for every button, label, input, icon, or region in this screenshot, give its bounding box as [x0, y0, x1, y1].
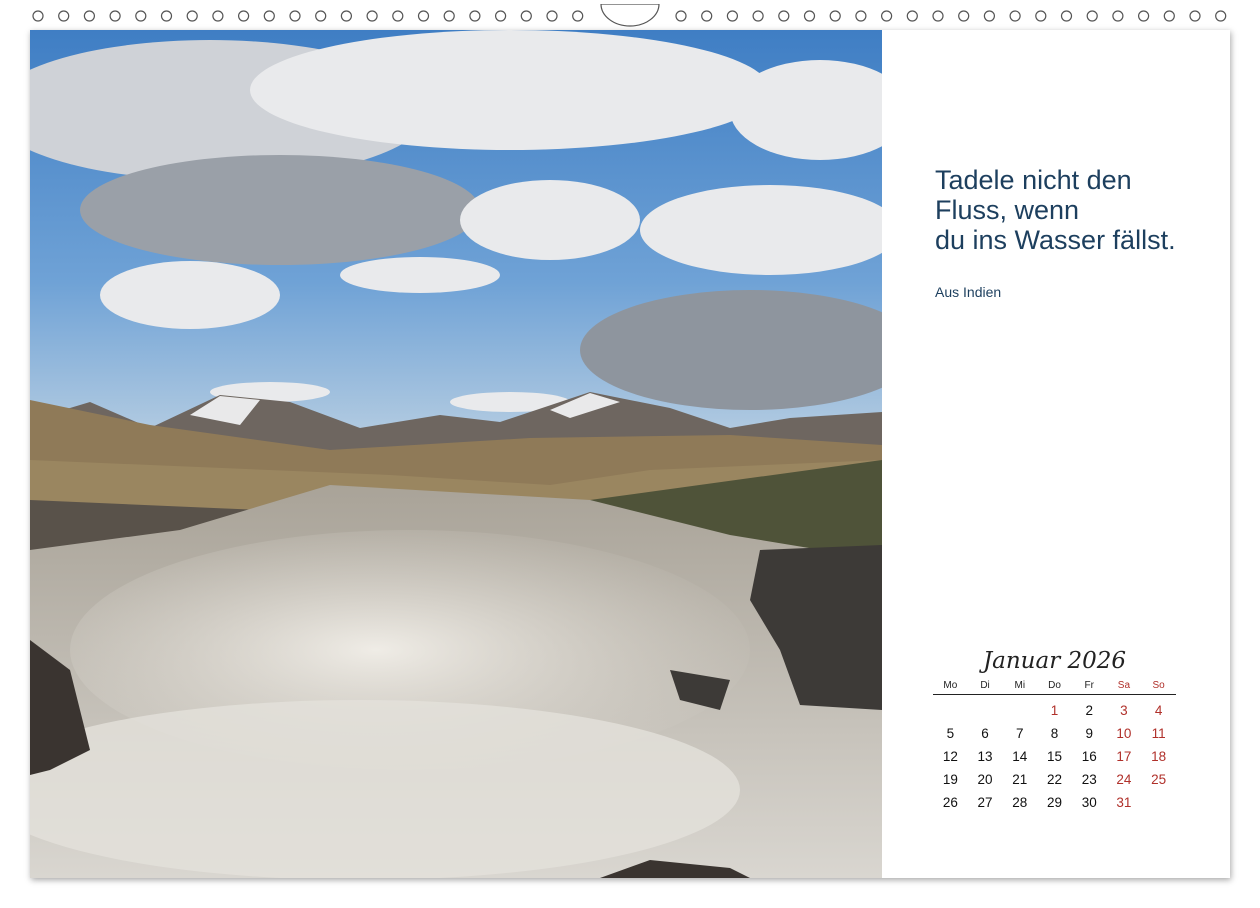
binding-hole: [855, 10, 867, 22]
day-cell: 9: [1085, 726, 1093, 741]
binding-hole: [803, 10, 816, 22]
day-cell: 24: [1116, 772, 1132, 787]
day-cell: 1: [1050, 703, 1059, 718]
day-cell: 18: [1151, 749, 1167, 764]
binding-hole: [880, 10, 893, 22]
binding-hole: [932, 10, 944, 22]
weekday-label: Mo: [943, 680, 958, 691]
day-cell: 13: [977, 749, 993, 764]
binding-hole: [186, 10, 198, 22]
weekday-label: Do: [1048, 680, 1061, 691]
day-cell: 5: [946, 726, 955, 741]
binding-hole: [1137, 10, 1150, 22]
binding-hole: [701, 10, 713, 22]
binding-hole: [238, 10, 250, 22]
day-cell: 30: [1081, 795, 1097, 810]
day-cell: 26: [942, 795, 958, 810]
binding-hole: [778, 10, 790, 22]
day-cell: 19: [942, 772, 958, 787]
weekday-label: Fr: [1084, 680, 1094, 691]
binding-hole: [109, 10, 121, 22]
binding-hole: [135, 10, 147, 22]
calendar-title: Januar 2026: [982, 648, 1127, 674]
day-grid: 1 2 3 4 5 6 7 8 9 10 11 12 13 14 15 16 17 18 19 20 21 22 23 24 2…: [933, 699, 1176, 814]
day-cell: 16: [1081, 749, 1097, 764]
day-cell: 3: [1120, 703, 1128, 718]
quote-line-1: Tadele nicht den: [935, 165, 1132, 195]
binding-hole: [906, 10, 918, 22]
binding-hole: [160, 10, 173, 22]
binding-hole: [1086, 10, 1098, 22]
quote-line-3: du ins Wasser fällst.: [935, 225, 1176, 255]
binding-hole: [829, 10, 841, 22]
binding-hole: [469, 10, 481, 22]
calendar-page: Tadele nicht den Fluss, wenn du ins Wass…: [30, 30, 1230, 878]
binding-hole: [1189, 10, 1201, 22]
binding-hole: [289, 10, 301, 22]
quote-source: Aus Indien: [935, 284, 1002, 300]
day-cell: 31: [1116, 795, 1132, 810]
binding-hole: [1215, 10, 1227, 22]
day-cell: 4: [1154, 703, 1163, 718]
day-cell: 12: [942, 749, 958, 764]
empty-cell: [933, 699, 968, 722]
quote-line-2: Fluss, wenn: [935, 195, 1080, 225]
binding-hole: [32, 10, 44, 22]
binding-hole: [366, 10, 378, 22]
binding-hole: [417, 10, 430, 22]
binding-hole: [520, 10, 532, 22]
binding-hole: [495, 10, 507, 22]
binding-hole: [752, 10, 764, 22]
binding-hole: [572, 10, 584, 22]
binding-hole: [1163, 10, 1175, 22]
month-calendar: Januar 2026 Mo Di Mi Do Fr Sa So 1234567…: [933, 642, 1176, 814]
empty-cell: [1002, 699, 1037, 722]
binding-hole: [340, 10, 352, 22]
day-cell: 29: [1046, 795, 1062, 810]
day-cell: 23: [1081, 772, 1097, 787]
day-cell: 14: [1012, 749, 1028, 764]
empty-cell: [968, 699, 1003, 722]
binding-hole: [263, 10, 275, 22]
weekday-label: Di: [980, 680, 990, 691]
day-cell: 6: [981, 726, 989, 741]
day-cell: 2: [1085, 703, 1093, 718]
waterfall-photo: [30, 30, 882, 878]
weekday-label: So: [1152, 680, 1165, 691]
weekday-label: Sa: [1117, 680, 1131, 691]
binding-hole: [83, 10, 96, 22]
weekday-label: Mi: [1014, 680, 1026, 691]
weekday-header: Mo Di Mi Do Fr Sa So: [933, 680, 1176, 695]
binding-hole: [58, 10, 70, 22]
day-cell: 20: [977, 772, 993, 787]
binding-hole: [546, 10, 558, 22]
binding-hole: [726, 10, 739, 22]
binding-hole: [1035, 10, 1047, 22]
spiral-binding: [32, 4, 1227, 27]
binding-hole: [958, 10, 970, 22]
binding-hole: [315, 10, 327, 22]
day-cell: 25: [1151, 772, 1167, 787]
day-cell: 27: [977, 795, 993, 810]
hanger-notch: [600, 4, 660, 27]
quote-text: Tadele nicht den Fluss, wenn du ins Wass…: [935, 165, 1230, 255]
binding-hole: [983, 10, 996, 22]
binding-hole: [443, 10, 455, 22]
day-cell: 11: [1151, 726, 1166, 741]
binding-hole: [675, 10, 687, 22]
day-cell: 28: [1012, 795, 1028, 810]
day-cell: 8: [1050, 726, 1059, 741]
binding-hole: [1112, 10, 1124, 22]
day-cell: 17: [1116, 749, 1132, 764]
binding-hole: [392, 10, 404, 22]
day-cell: 7: [1016, 726, 1024, 741]
landscape-image: [30, 30, 882, 878]
day-cell: 21: [1012, 772, 1028, 787]
binding-hole: [212, 10, 224, 22]
day-cell: 10: [1116, 726, 1132, 741]
binding-hole: [1060, 10, 1073, 22]
day-cell: 15: [1046, 749, 1062, 764]
binding-hole: [1009, 10, 1021, 22]
day-cell: 22: [1046, 772, 1062, 787]
